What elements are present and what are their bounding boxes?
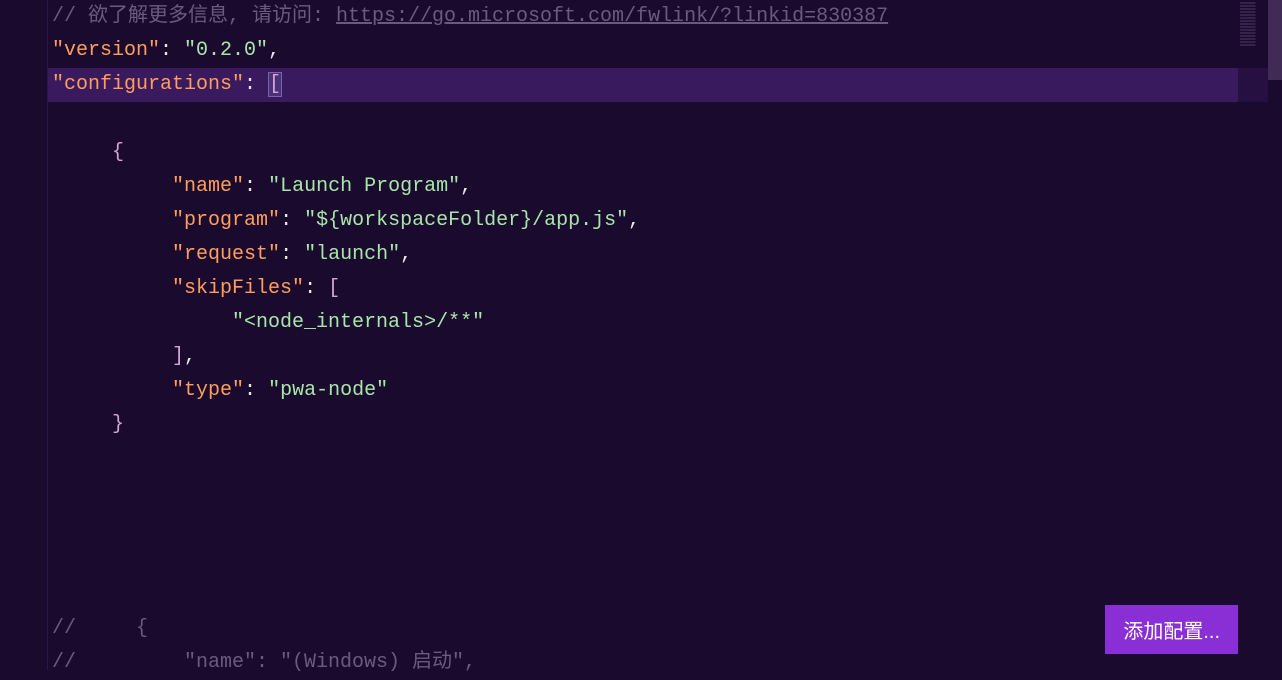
code-line-brace-open[interactable]: { (48, 136, 1282, 170)
code-line-empty[interactable] (48, 510, 1282, 544)
comma: , (628, 209, 640, 232)
minimap[interactable] (1238, 0, 1268, 670)
json-key: "type" (172, 379, 244, 402)
line-gutter (0, 0, 48, 670)
colon: : (244, 379, 268, 402)
json-key: "version" (52, 39, 160, 62)
comma: , (268, 39, 280, 62)
comment-text: // "name": "(Windows) 启动", (52, 651, 476, 674)
code-line-skipfiles-value[interactable]: "<node_internals>/**" (48, 306, 1282, 340)
comment-link[interactable]: https://go.microsoft.com/fwlink/?linkid=… (336, 5, 888, 28)
json-string: "0.2.0" (184, 39, 268, 62)
code-line-skipfiles[interactable]: "skipFiles": [ (48, 272, 1282, 306)
code-line-comment-brace[interactable]: // { (48, 612, 1282, 646)
code-line-comment-name[interactable]: // "name": "(Windows) 启动", (48, 646, 1282, 680)
colon: : (244, 73, 268, 96)
minimap-content (1240, 2, 1266, 47)
scrollbar-thumb[interactable] (1268, 0, 1282, 80)
comma: , (400, 243, 412, 266)
code-line-bracket-close[interactable]: ], (48, 340, 1282, 374)
json-string: "<node_internals>/**" (232, 311, 484, 334)
colon: : (160, 39, 184, 62)
json-key: "skipFiles" (172, 277, 304, 300)
code-line-empty[interactable] (48, 442, 1282, 476)
open-bracket: [ (328, 277, 340, 300)
code-line-name[interactable]: "name": "Launch Program", (48, 170, 1282, 204)
code-line-type[interactable]: "type": "pwa-node" (48, 374, 1282, 408)
comment-text: // { (52, 617, 148, 640)
editor-container: // 欲了解更多信息, 请访问: https://go.microsoft.co… (0, 0, 1282, 670)
json-string: "pwa-node" (268, 379, 388, 402)
json-key: "name" (172, 175, 244, 198)
comma: , (184, 345, 196, 368)
code-line-brace-close[interactable]: } (48, 408, 1282, 442)
colon: : (244, 175, 268, 198)
code-line-empty[interactable] (48, 578, 1282, 612)
colon: : (304, 277, 328, 300)
code-line-empty[interactable] (48, 102, 1282, 136)
comment-text: // 欲了解更多信息, 请访问: (52, 5, 336, 28)
code-area[interactable]: // 欲了解更多信息, 请访问: https://go.microsoft.co… (48, 0, 1282, 670)
json-key: "configurations" (52, 73, 244, 96)
json-key: "request" (172, 243, 280, 266)
add-configuration-button[interactable]: 添加配置... (1105, 605, 1238, 654)
comma: , (460, 175, 472, 198)
json-key: "program" (172, 209, 280, 232)
code-line-empty[interactable] (48, 544, 1282, 578)
open-bracket: [ (268, 72, 282, 97)
close-brace: } (112, 413, 124, 436)
vertical-scrollbar[interactable] (1268, 0, 1282, 670)
colon: : (280, 209, 304, 232)
colon: : (280, 243, 304, 266)
close-bracket: ] (172, 345, 184, 368)
json-string: "${workspaceFolder}/app.js" (304, 209, 628, 232)
code-line-version[interactable]: "version": "0.2.0", (48, 34, 1282, 68)
code-line-request[interactable]: "request": "launch", (48, 238, 1282, 272)
code-line-configurations[interactable]: "configurations": [ (48, 68, 1282, 102)
code-line-program[interactable]: "program": "${workspaceFolder}/app.js", (48, 204, 1282, 238)
json-string: "Launch Program" (268, 175, 460, 198)
code-line-empty[interactable] (48, 476, 1282, 510)
json-string: "launch" (304, 243, 400, 266)
open-brace: { (112, 141, 124, 164)
code-line-comment[interactable]: // 欲了解更多信息, 请访问: https://go.microsoft.co… (48, 0, 1282, 34)
